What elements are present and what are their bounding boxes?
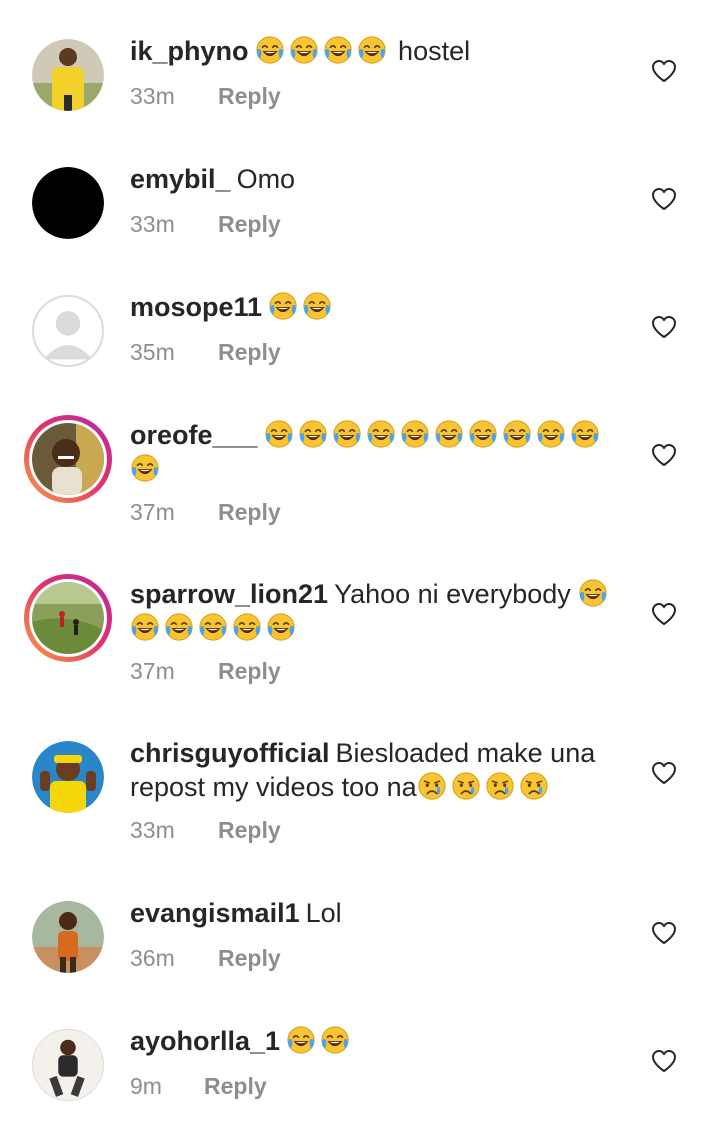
- comment-time: 37m: [130, 658, 175, 684]
- avatar-story-ring[interactable]: [24, 415, 112, 503]
- laugh-emoji-icon: [434, 419, 464, 449]
- laugh-emoji-icon: [323, 35, 353, 65]
- comment-meta: 33m Reply: [130, 211, 281, 238]
- laugh-emoji-icon: [502, 419, 532, 449]
- laugh-emoji-icon: [357, 35, 387, 65]
- comment-meta: 35m Reply: [130, 339, 281, 366]
- laugh-emoji-icon: [578, 578, 608, 608]
- avatar-black-icon: [32, 167, 104, 239]
- reply-button[interactable]: Reply: [218, 658, 281, 684]
- comment-time: 33m: [130, 211, 175, 237]
- comment-time: 33m: [130, 83, 175, 109]
- laugh-emoji-icon: [570, 419, 600, 449]
- reply-button[interactable]: Reply: [218, 945, 281, 971]
- laugh-emoji-icon: [268, 291, 298, 321]
- avatar-photo-icon: [32, 901, 104, 973]
- comment-username[interactable]: oreofe___: [130, 420, 258, 450]
- heart-icon[interactable]: [651, 187, 677, 211]
- avatar[interactable]: [32, 1029, 104, 1101]
- comment-username[interactable]: mosope11: [130, 292, 262, 322]
- crying-emoji-icon: [485, 771, 515, 801]
- heart-icon[interactable]: [651, 315, 677, 339]
- comment-body: ik_phyno hostel: [130, 34, 630, 68]
- comment-time: 33m: [130, 817, 175, 843]
- comment-username[interactable]: sparrow_lion21: [130, 579, 328, 609]
- comment-body: chrisguyofficial Biesloaded make una repo…: [130, 736, 630, 804]
- comment-text: Lol: [305, 898, 342, 928]
- laugh-emoji-icon: [298, 419, 328, 449]
- laugh-emoji-icon: [289, 35, 319, 65]
- comment-username[interactable]: ayohorlla_1: [130, 1026, 280, 1056]
- laugh-emoji-icon: [320, 1025, 350, 1055]
- avatar[interactable]: [32, 741, 104, 813]
- reply-button[interactable]: Reply: [218, 817, 281, 843]
- avatar-photo-icon: [32, 39, 104, 111]
- heart-icon[interactable]: [651, 443, 677, 467]
- comment-meta: 37m Reply: [130, 499, 281, 526]
- comment-body: sparrow_lion21 Yahoo ni everybody: [130, 577, 630, 645]
- avatar[interactable]: [32, 39, 104, 111]
- avatar-photo-icon: [32, 423, 104, 495]
- heart-icon[interactable]: [651, 761, 677, 785]
- laugh-emoji-icon: [198, 612, 228, 642]
- laugh-emoji-icon: [255, 35, 285, 65]
- laugh-emoji-icon: [232, 612, 262, 642]
- laugh-emoji-icon: [264, 419, 294, 449]
- comment-body: emybil_ Omo: [130, 162, 630, 196]
- laugh-emoji-icon: [366, 419, 396, 449]
- heart-icon[interactable]: [651, 1049, 677, 1073]
- heart-icon[interactable]: [651, 602, 677, 626]
- avatar[interactable]: [32, 167, 104, 239]
- laugh-emoji-icon: [164, 612, 194, 642]
- comment-username[interactable]: ik_phyno: [130, 36, 249, 66]
- default-avatar-icon: [34, 297, 102, 365]
- reply-button[interactable]: Reply: [218, 83, 281, 109]
- laugh-emoji-icon: [130, 453, 160, 483]
- avatar[interactable]: [32, 295, 104, 367]
- comment-meta: 33m Reply: [130, 83, 281, 110]
- reply-button[interactable]: Reply: [218, 499, 281, 525]
- laugh-emoji-icon: [468, 419, 498, 449]
- comment-username[interactable]: evangismail1: [130, 898, 300, 928]
- avatar-photo-icon: [32, 582, 104, 654]
- crying-emoji-icon: [451, 771, 481, 801]
- comment-text: Yahoo ni everybody: [334, 579, 571, 609]
- comment-body: ayohorlla_1: [130, 1024, 630, 1058]
- comment-text: Omo: [236, 164, 296, 194]
- reply-button[interactable]: Reply: [204, 1073, 267, 1099]
- comment-body: oreofe___: [130, 418, 630, 486]
- comment-time: 37m: [130, 499, 175, 525]
- laugh-emoji-icon: [332, 419, 362, 449]
- laugh-emoji-icon: [266, 612, 296, 642]
- heart-icon[interactable]: [651, 59, 677, 83]
- comment-body: evangismail1 Lol: [130, 896, 630, 930]
- comment-username[interactable]: emybil_: [130, 164, 231, 194]
- avatar[interactable]: [32, 901, 104, 973]
- crying-emoji-icon: [417, 771, 447, 801]
- laugh-emoji-icon: [130, 612, 160, 642]
- comment-meta: 9m Reply: [130, 1073, 267, 1100]
- comment-meta: 37m Reply: [130, 658, 281, 685]
- comment-time: 9m: [130, 1073, 162, 1099]
- avatar-photo-icon: [32, 741, 104, 813]
- avatar-photo-icon: [33, 1030, 103, 1100]
- laugh-emoji-icon: [286, 1025, 316, 1055]
- comment-time: 36m: [130, 945, 175, 971]
- comment-text: hostel: [398, 36, 471, 66]
- comment-meta: 36m Reply: [130, 945, 281, 972]
- laugh-emoji-icon: [400, 419, 430, 449]
- comment-time: 35m: [130, 339, 175, 365]
- comment-meta: 33m Reply: [130, 817, 281, 844]
- reply-button[interactable]: Reply: [218, 211, 281, 237]
- laugh-emoji-icon: [302, 291, 332, 321]
- heart-icon[interactable]: [651, 921, 677, 945]
- crying-emoji-icon: [519, 771, 549, 801]
- comment-username[interactable]: chrisguyofficial: [130, 738, 330, 768]
- avatar-story-ring[interactable]: [24, 574, 112, 662]
- comment-body: mosope11: [130, 290, 630, 324]
- reply-button[interactable]: Reply: [218, 339, 281, 365]
- laugh-emoji-icon: [536, 419, 566, 449]
